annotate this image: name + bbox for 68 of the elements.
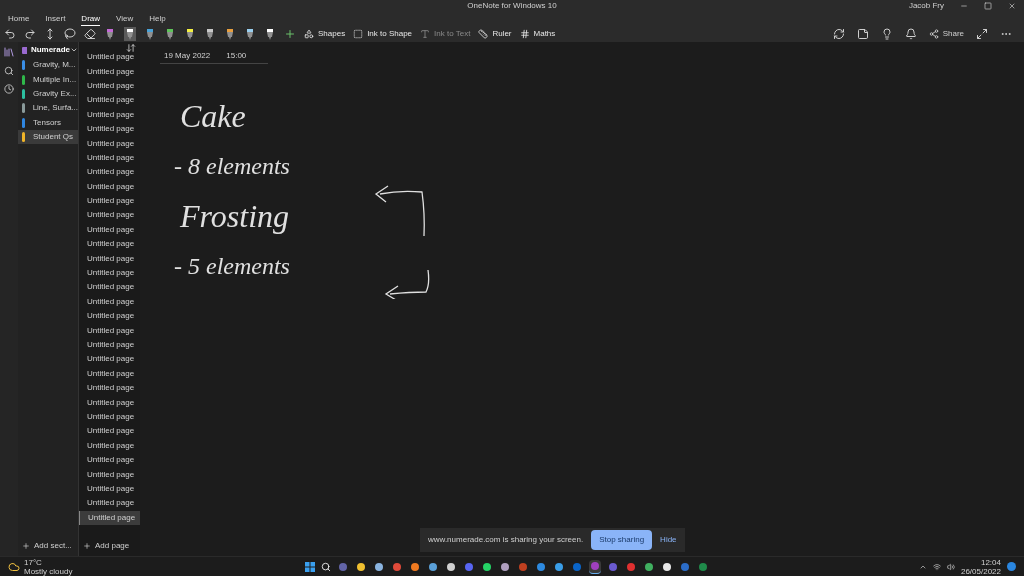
user-name[interactable]: Jacob Fry bbox=[908, 0, 944, 12]
page-item[interactable]: Untitled page bbox=[79, 309, 140, 324]
clock-date[interactable]: 26/05/2022 bbox=[960, 566, 1001, 576]
page-item[interactable]: Untitled page bbox=[79, 121, 140, 137]
menu-tab[interactable]: View bbox=[116, 12, 134, 26]
toolbar-button: Ink to Text bbox=[420, 28, 471, 40]
menu-tab[interactable]: Help bbox=[149, 12, 166, 26]
page-date: 19 May 2022 bbox=[164, 50, 211, 62]
page-item[interactable]: Untitled page bbox=[79, 395, 140, 410]
page-item[interactable]: Untitled page bbox=[79, 452, 140, 468]
page-item[interactable]: Untitled page bbox=[79, 366, 140, 381]
page-item[interactable]: Untitled page bbox=[79, 294, 140, 310]
weather-text: Mostly cloudy bbox=[24, 566, 73, 576]
page-item[interactable]: Untitled page bbox=[79, 381, 140, 396]
page-item[interactable]: Untitled page bbox=[79, 352, 140, 367]
page-item[interactable]: Untitled page bbox=[79, 64, 140, 79]
page-time: 15:00 bbox=[226, 50, 247, 62]
page-item[interactable]: Untitled page bbox=[79, 208, 140, 223]
page-item[interactable]: Untitled page bbox=[79, 481, 140, 497]
page-item[interactable]: Untitled page bbox=[79, 337, 140, 353]
share-button[interactable]: Share bbox=[928, 28, 964, 40]
stop-sharing-button[interactable]: Stop sharing bbox=[591, 530, 653, 550]
page-item[interactable]: Untitled page bbox=[79, 93, 140, 108]
page-item[interactable]: Untitled page bbox=[79, 467, 140, 482]
menu-tab[interactable]: Home bbox=[8, 12, 30, 26]
page-item[interactable]: Untitled page bbox=[79, 136, 140, 151]
notebook-selector[interactable]: Numerade bbox=[30, 44, 78, 56]
toolbar-button[interactable]: Maths bbox=[519, 28, 556, 40]
page-item[interactable]: Untitled page bbox=[79, 165, 140, 180]
page-item[interactable]: Untitled page bbox=[79, 50, 140, 65]
page-item[interactable]: Untitled page bbox=[79, 496, 140, 511]
ink-line: - 5 elements bbox=[174, 252, 290, 281]
page-item[interactable]: Untitled page bbox=[79, 193, 140, 209]
page-item[interactable]: Untitled page bbox=[79, 265, 140, 281]
ink-line: - 8 elements bbox=[174, 152, 290, 181]
sharing-message: www.numerade.com is sharing your screen. bbox=[428, 534, 584, 546]
window-title: OneNote for Windows 10 bbox=[467, 0, 557, 12]
section-tab[interactable]: Multiple In... bbox=[18, 72, 78, 87]
section-tab[interactable]: Tensors bbox=[18, 115, 78, 130]
add-section-button[interactable]: Add sect... bbox=[18, 540, 78, 552]
ink-heading: Cake bbox=[180, 97, 247, 136]
clock-time[interactable]: 12:04 bbox=[980, 557, 1001, 567]
toolbar-button[interactable]: Ruler bbox=[478, 28, 512, 40]
page-item[interactable]: Untitled page bbox=[79, 150, 140, 166]
page-item[interactable]: Untitled page bbox=[79, 510, 140, 525]
section-tab[interactable]: Gravity, M... bbox=[18, 58, 78, 73]
ink-heading: Frosting bbox=[180, 197, 291, 236]
toolbar-button[interactable]: Ink to Shape bbox=[353, 28, 413, 40]
page-item[interactable]: Untitled page bbox=[79, 251, 140, 266]
page-item[interactable]: Untitled page bbox=[79, 107, 140, 122]
section-tab[interactable]: Gravity Ex... bbox=[18, 86, 78, 102]
menu-tab[interactable]: Insert bbox=[45, 12, 66, 26]
hide-button[interactable]: Hide bbox=[660, 534, 677, 546]
page-item[interactable]: Untitled page bbox=[79, 424, 140, 439]
page-item[interactable]: Untitled page bbox=[79, 222, 140, 238]
page-item[interactable]: Untitled page bbox=[79, 409, 140, 425]
section-tab[interactable]: Student Qs bbox=[18, 129, 78, 145]
temperature: 17°C bbox=[24, 557, 43, 567]
page-item[interactable]: Untitled page bbox=[79, 179, 140, 194]
menu-tab[interactable]: Draw bbox=[81, 12, 101, 26]
page-item[interactable]: Untitled page bbox=[79, 237, 140, 252]
toolbar-button[interactable]: Shapes bbox=[304, 28, 346, 40]
page-item[interactable]: Untitled page bbox=[79, 438, 140, 453]
page-item[interactable]: Untitled page bbox=[79, 323, 140, 338]
page-item[interactable]: Untitled page bbox=[79, 78, 140, 94]
page-item[interactable]: Untitled page bbox=[79, 280, 140, 295]
section-tab[interactable]: Line, Surfa... bbox=[18, 101, 78, 116]
add-page-button[interactable]: Add page bbox=[79, 540, 140, 552]
